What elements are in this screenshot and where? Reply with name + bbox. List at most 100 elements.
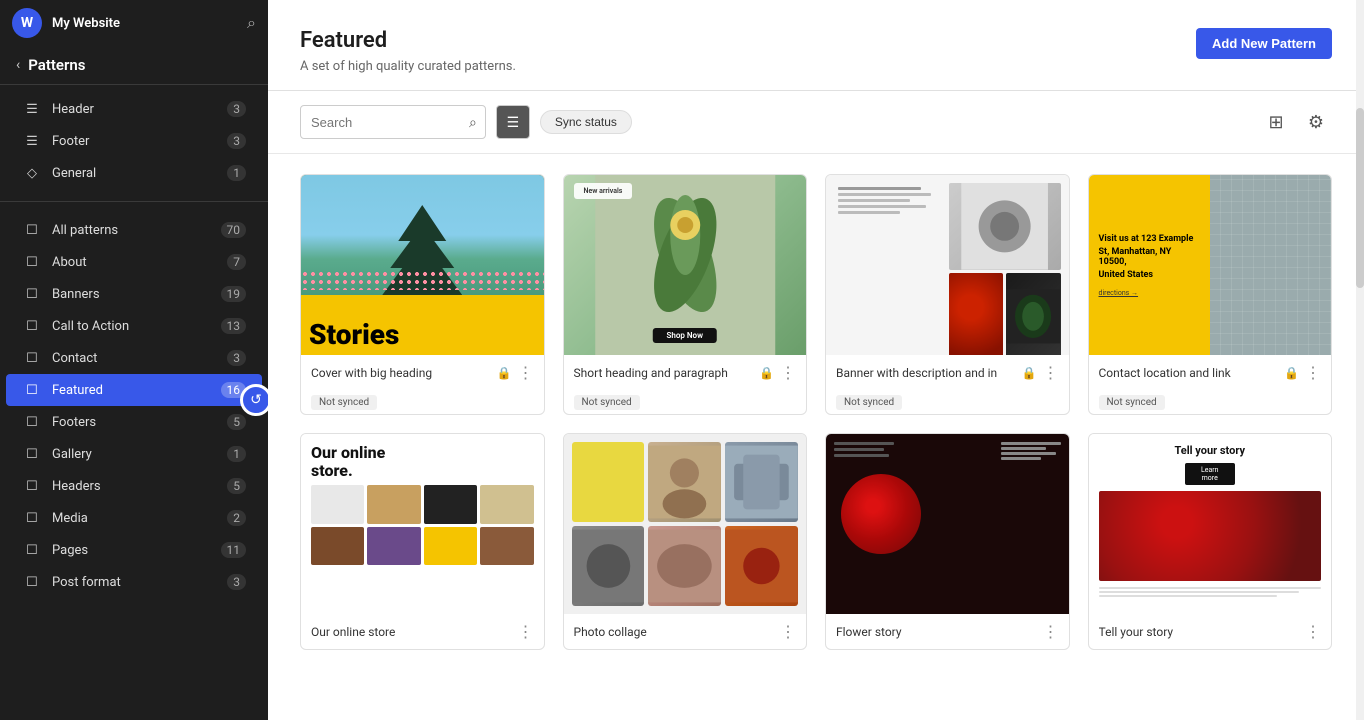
lock-icon: 🔒: [497, 366, 512, 380]
header-count: 3: [227, 101, 246, 117]
media-label: Media: [52, 511, 217, 526]
lock-icon-2: 🔒: [759, 366, 774, 380]
sidebar-item-pages[interactable]: ☐ Pages 11: [6, 534, 262, 566]
red-flower: [841, 474, 921, 554]
pattern-card-collage2[interactable]: Photo collage ⋮: [563, 433, 808, 650]
cta-count: 13: [221, 318, 247, 334]
sidebar-item-contact[interactable]: ☐ Contact 3: [6, 342, 262, 374]
more-icon-2[interactable]: ⋮: [780, 363, 796, 382]
pattern-card-flower-story[interactable]: Flower story ⋮: [825, 433, 1070, 650]
pattern-preview-tell-story: Tell your story Learn more: [1089, 434, 1332, 614]
pattern-name-flower-story: Flower story: [836, 625, 1037, 639]
tell-button: Learn more: [1185, 463, 1235, 485]
sidebar-title: Patterns: [28, 56, 85, 74]
sidebar-item-call-to-action[interactable]: ☐ Call to Action 13: [6, 310, 262, 342]
about-icon: ☐: [22, 252, 42, 272]
patterns-row-2: Our onlinestore.: [300, 433, 1332, 650]
page-subtitle: A set of high quality curated patterns.: [300, 59, 516, 74]
media-count: 2: [227, 510, 246, 526]
sidebar-item-gallery[interactable]: ☐ Gallery 1: [6, 438, 262, 470]
sidebar-item-all-patterns[interactable]: ☐ All patterns 70: [6, 214, 262, 246]
more-icon-3[interactable]: ⋮: [1043, 363, 1059, 382]
banners-icon: ☐: [22, 284, 42, 304]
pattern-name-store: Our online store: [311, 625, 512, 639]
page-title: Featured: [300, 28, 516, 53]
sidebar-item-post-format[interactable]: ☐ Post format 3: [6, 566, 262, 598]
contact-link[interactable]: directions →: [1099, 289, 1200, 297]
pattern-card-stories[interactable]: Stories Cover with big heading 🔒 ⋮ Not s…: [300, 174, 545, 415]
patterns-grid: Stories Cover with big heading 🔒 ⋮ Not s…: [268, 154, 1364, 720]
grid-view-button[interactable]: ⊞: [1260, 106, 1292, 138]
sidebar-item-banners[interactable]: ☐ Banners 19: [6, 278, 262, 310]
settings-button[interactable]: ⚙: [1300, 106, 1332, 138]
pattern-footer-tell-story: Tell your story ⋮: [1089, 614, 1332, 649]
pattern-card-contact[interactable]: Visit us at 123 Example St, Manhattan, N…: [1088, 174, 1333, 415]
back-icon[interactable]: ‹: [16, 57, 20, 73]
pages-label: Pages: [52, 543, 211, 558]
general-label: General: [52, 166, 217, 181]
featured-label: Featured: [52, 383, 211, 398]
footer-label: Footer: [52, 134, 217, 149]
search-input[interactable]: [301, 115, 461, 130]
pages-icon: ☐: [22, 540, 42, 560]
top-bar: W My Website ⌕: [0, 0, 268, 46]
media-icon: ☐: [22, 508, 42, 528]
cta-icon: ☐: [22, 316, 42, 336]
more-icon-6[interactable]: ⋮: [780, 622, 796, 641]
more-icon-8[interactable]: ⋮: [1305, 622, 1321, 641]
sidebar-item-headers[interactable]: ☐ Headers 5: [6, 470, 262, 502]
sidebar-item-about[interactable]: ☐ About 7: [6, 246, 262, 278]
contact-text-line-3: United States: [1099, 270, 1200, 280]
sidebar-item-footers[interactable]: ☐ Footers 5: [6, 406, 262, 438]
pattern-footer-flower-story: Flower story ⋮: [826, 614, 1069, 649]
pattern-name-stories: Cover with big heading: [311, 366, 491, 380]
story-text-block: [1001, 442, 1061, 460]
search-box: ⌕: [300, 105, 486, 139]
post-format-count: 3: [227, 574, 246, 590]
more-icon-5[interactable]: ⋮: [518, 622, 534, 641]
filter-button[interactable]: ☰: [496, 105, 530, 139]
pattern-preview-banner: [826, 175, 1069, 355]
search-icon[interactable]: ⌕: [247, 13, 256, 33]
featured-icon: ☐: [22, 380, 42, 400]
pattern-card-plant[interactable]: New arrivals Shop Now Short heading and …: [563, 174, 808, 415]
sidebar-item-featured[interactable]: ☐ Featured 16 ↺: [6, 374, 262, 406]
pattern-footer-collage2: Photo collage ⋮: [564, 614, 807, 649]
plant-cta-button: Shop Now: [653, 328, 717, 343]
sidebar-item-footer[interactable]: ☰ Footer 3: [6, 125, 262, 157]
site-title: My Website: [52, 16, 237, 31]
pattern-name-tell-story: Tell your story: [1099, 625, 1300, 639]
post-format-label: Post format: [52, 575, 217, 590]
pattern-preview-flower-story: [826, 434, 1069, 614]
contact-text-line-2: St, Manhattan, NY 10500,: [1099, 247, 1200, 267]
store-title-text: Our onlinestore.: [311, 444, 534, 479]
scrollbar[interactable]: [1356, 0, 1364, 720]
pattern-preview-collage2: [564, 434, 807, 614]
sync-status-button[interactable]: Sync status: [540, 110, 632, 134]
sidebar-item-header[interactable]: ☰ Header 3: [6, 93, 262, 125]
post-format-icon: ☐: [22, 572, 42, 592]
about-count: 7: [227, 254, 246, 270]
pattern-name-banner: Banner with description and in: [836, 366, 1016, 380]
contact-text-line-1: Visit us at 123 Example: [1099, 234, 1200, 244]
gallery-icon: ☐: [22, 444, 42, 464]
add-new-pattern-button[interactable]: Add New Pattern: [1196, 28, 1332, 59]
footer-count: 3: [227, 133, 246, 149]
gallery-label: Gallery: [52, 447, 217, 462]
pattern-card-banner[interactable]: Banner with description and in 🔒 ⋮ Not s…: [825, 174, 1070, 415]
pattern-preview-contact: Visit us at 123 Example St, Manhattan, N…: [1089, 175, 1332, 355]
search-button[interactable]: ⌕: [461, 105, 485, 139]
pattern-badge-banner: Not synced: [836, 395, 902, 410]
more-icon-7[interactable]: ⋮: [1043, 622, 1059, 641]
contact-icon: ☐: [22, 348, 42, 368]
toolbar-right: ⊞ ⚙: [1260, 106, 1332, 138]
pattern-card-store[interactable]: Our onlinestore.: [300, 433, 545, 650]
sidebar-item-media[interactable]: ☐ Media 2: [6, 502, 262, 534]
more-icon-4[interactable]: ⋮: [1305, 363, 1321, 382]
more-icon[interactable]: ⋮: [518, 363, 534, 382]
sidebar-item-general[interactable]: ◇ General 1: [6, 157, 262, 189]
wp-logo-icon[interactable]: W: [12, 8, 42, 38]
general-count: 1: [227, 165, 246, 181]
pattern-card-tell-story[interactable]: Tell your story Learn more Tell your sto…: [1088, 433, 1333, 650]
footers-count: 5: [227, 414, 246, 430]
